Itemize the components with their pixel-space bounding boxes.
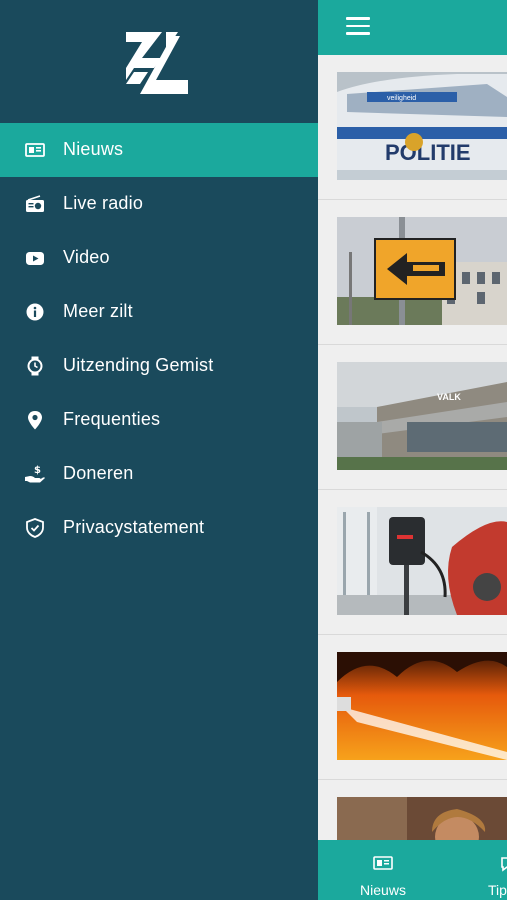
menu-label: Live radio (63, 193, 144, 213)
news-thumbnail (337, 652, 507, 760)
tab-tip[interactable]: Tip (478, 840, 507, 900)
zl-logo (126, 32, 188, 94)
svg-text:POLITIE: POLITIE (385, 140, 471, 165)
news-feed-screen: veiligheid POLITIE VALK Nieuws Tip (318, 0, 507, 900)
navigation-drawer: Nieuws Live radio Video Meer zilt Uitzen… (0, 0, 318, 900)
tab-label: Tip (488, 882, 507, 898)
tab-nieuws[interactable]: Nieuws (348, 840, 418, 900)
hamburger-menu-icon[interactable] (346, 17, 370, 37)
news-thumbnail: VALK (337, 362, 507, 470)
shield-check-icon (26, 518, 44, 538)
menu-item-frequenties[interactable]: Frequenties (0, 393, 318, 447)
menu-item-live-radio[interactable]: Live radio (0, 177, 318, 231)
menu-item-uitzending-gemist[interactable]: Uitzending Gemist (0, 339, 318, 393)
newspaper-icon (373, 856, 393, 870)
news-item[interactable] (318, 490, 507, 635)
svg-text:VALK: VALK (437, 392, 461, 402)
menu-item-privacystatement[interactable]: Privacystatement (0, 501, 318, 555)
location-pin-icon (28, 411, 42, 430)
menu-label: Meer zilt (63, 301, 133, 321)
menu-item-meer-zilt[interactable]: Meer zilt (0, 285, 318, 339)
news-item[interactable] (318, 200, 507, 345)
newspaper-icon (25, 143, 45, 157)
tab-label: Nieuws (360, 882, 406, 898)
menu-label: Privacystatement (63, 517, 205, 537)
info-icon (26, 303, 44, 321)
svg-text:$: $ (34, 465, 41, 476)
app-header (318, 0, 507, 55)
news-thumbnail: veiligheid POLITIE (337, 72, 507, 180)
news-item[interactable]: veiligheid POLITIE (318, 55, 507, 200)
menu-item-video[interactable]: Video (0, 231, 318, 285)
menu-label: Video (63, 247, 110, 267)
youtube-icon (26, 252, 44, 265)
menu-item-nieuws[interactable]: Nieuws (0, 123, 318, 177)
menu-label: Nieuws (63, 139, 124, 159)
news-thumbnail (337, 507, 507, 615)
menu-label: Frequenties (63, 409, 161, 429)
bottom-tab-bar: Nieuws Tip (318, 840, 507, 900)
menu-item-doneren[interactable]: $ Doneren (0, 447, 318, 501)
svg-text:veiligheid: veiligheid (387, 95, 416, 102)
news-item[interactable] (318, 635, 507, 780)
news-item[interactable]: VALK (318, 345, 507, 490)
watch-icon (27, 356, 43, 376)
radio-icon (26, 195, 44, 212)
menu-label: Doneren (63, 463, 134, 483)
news-thumbnail (337, 217, 507, 325)
chat-icon (501, 857, 507, 872)
menu-label: Uitzending Gemist (63, 355, 214, 375)
donate-hand-icon: $ (25, 465, 45, 483)
